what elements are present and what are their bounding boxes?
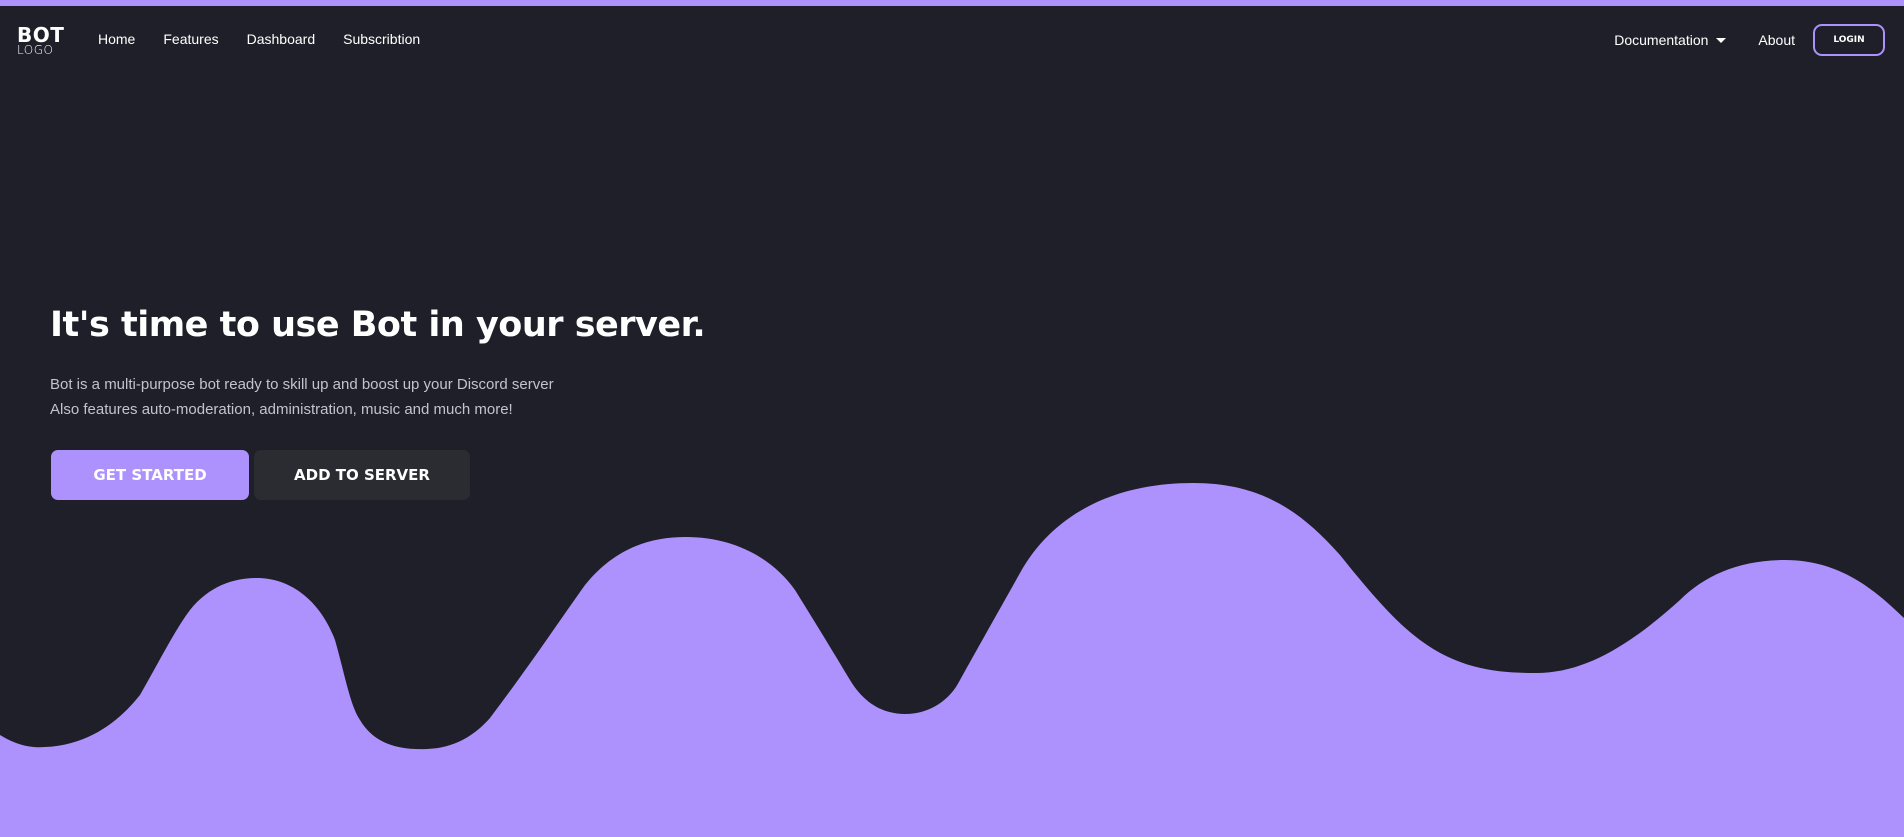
documentation-label: Documentation [1614,32,1709,48]
get-started-button[interactable]: GET STARTED [51,450,249,500]
hero-section: It's time to use Bot in your server. Bot… [50,305,706,422]
nav-right: Documentation About LOGIN [1614,24,1885,56]
caret-down-icon [1716,37,1727,43]
logo-main-text: BOT [17,23,65,47]
hero-buttons: GET STARTED ADD TO SERVER [51,450,470,500]
nav-features[interactable]: Features [163,31,218,47]
nav-home[interactable]: Home [98,31,135,47]
hero-description: Bot is a multi-purpose bot ready to skil… [50,372,705,422]
logo[interactable]: BOT LOGO [17,25,64,56]
nav-links: Home Features Dashboard Subscribtion [98,31,420,47]
nav-dashboard[interactable]: Dashboard [247,31,316,47]
hero-title: It's time to use Bot in your server. [50,305,706,345]
wave-shape [0,483,1904,837]
hero-description-line-2: Also features auto-moderation, administr… [50,401,513,418]
login-button[interactable]: LOGIN [1813,24,1885,56]
documentation-dropdown[interactable]: Documentation [1614,32,1727,48]
nav-subscription[interactable]: Subscribtion [343,31,420,47]
navbar: BOT LOGO Home Features Dashboard Subscri… [0,6,1904,74]
nav-about[interactable]: About [1758,32,1795,48]
hero-description-line-1: Bot is a multi-purpose bot ready to skil… [50,376,554,393]
add-to-server-button[interactable]: ADD TO SERVER [254,450,470,500]
